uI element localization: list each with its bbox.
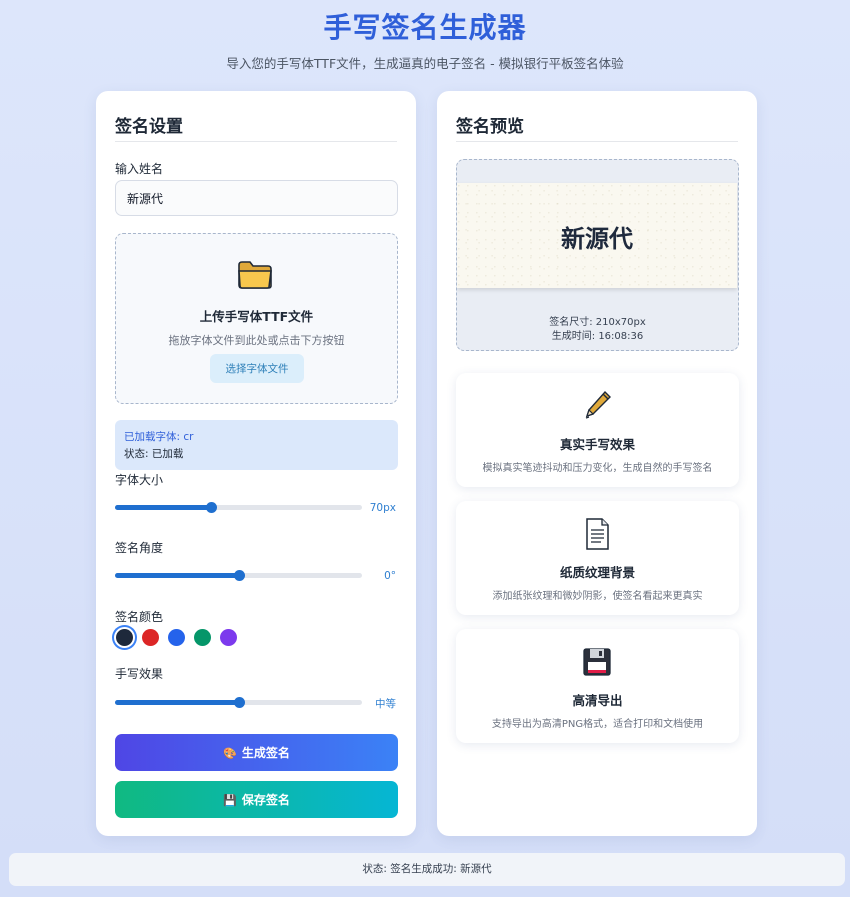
save-label: 保存签名 — [241, 793, 290, 807]
feature-title: 高清导出 — [572, 693, 623, 708]
name-input[interactable] — [115, 180, 398, 216]
color-swatch[interactable] — [194, 629, 211, 646]
generate-label: 生成签名 — [241, 746, 290, 760]
feature-desc: 模拟真实笔迹抖动和压力变化，生成自然的手写签名 — [482, 463, 713, 474]
status-bar: 状态: 签名生成成功: 新源代 — [9, 853, 845, 886]
feature-desc: 支持导出为高清PNG格式，适合打印和文档使用 — [491, 719, 704, 730]
feature-title: 真实手写效果 — [559, 437, 635, 452]
color-swatch[interactable] — [116, 629, 133, 646]
save-button[interactable]: 💾 保存签名 — [115, 781, 398, 818]
signature-text: 新源代 — [561, 224, 633, 253]
color-swatch[interactable] — [168, 629, 185, 646]
folder-icon — [238, 261, 272, 289]
signature-paper: 新源代 — [457, 183, 737, 288]
upload-hint: 拖放字体文件到此处或点击下方按钮 — [168, 334, 345, 347]
font-size-value: 70px — [369, 502, 396, 514]
font-loaded-text: 已加载字体: cr — [124, 431, 194, 443]
feature-card: 真实手写效果 模拟真实笔迹抖动和压力变化，生成自然的手写签名 — [456, 373, 739, 487]
page-subtitle: 导入您的手写体TTF文件，生成逼真的电子签名 - 模拟银行平板签名体验 — [226, 56, 624, 71]
preview-title: 签名预览 — [456, 117, 524, 137]
divider — [115, 141, 397, 142]
slider-thumb[interactable] — [233, 570, 245, 581]
color-swatch[interactable] — [142, 629, 159, 646]
feature-card: 纸质纹理背景 添加纸张纹理和微妙阴影，使签名看起来更真实 — [456, 501, 739, 615]
slider-thumb[interactable] — [233, 697, 245, 708]
font-info-box: 已加载字体: cr 状态: 已加载 — [115, 420, 398, 470]
pen-icon — [585, 390, 611, 419]
divider — [456, 141, 738, 142]
settings-panel: 签名设置 输入姓名 上传手写体TTF文件 拖放字体文件到此处或点击下方按钮 选择… — [96, 91, 416, 836]
slider-fill — [115, 505, 212, 510]
choose-font-button[interactable]: 选择字体文件 — [210, 354, 304, 383]
signature-preview: 新源代 签名尺寸: 210x70px 生成时间: 16:08:36 — [456, 159, 739, 351]
generate-button[interactable]: 🎨 生成签名 — [115, 734, 398, 771]
palette-icon: 🎨 — [223, 747, 237, 760]
settings-title: 签名设置 — [115, 117, 183, 137]
slider-fill — [115, 573, 239, 578]
color-swatch[interactable] — [220, 629, 237, 646]
signature-time: 生成时间: 16:08:36 — [551, 331, 644, 342]
font-size-label: 字体大小 — [115, 473, 164, 487]
font-upload-dropzone[interactable]: 上传手写体TTF文件 拖放字体文件到此处或点击下方按钮 选择字体文件 — [115, 233, 398, 404]
color-label: 签名颜色 — [115, 610, 164, 624]
effect-label: 手写效果 — [115, 667, 164, 681]
font-size-slider[interactable] — [115, 502, 362, 513]
signature-size: 签名尺寸: 210x70px — [549, 317, 646, 328]
document-icon — [586, 518, 609, 550]
angle-slider[interactable] — [115, 570, 362, 581]
slider-fill — [115, 700, 239, 705]
floppy-icon — [583, 648, 611, 676]
page-title: 手写签名生成器 — [323, 11, 527, 44]
preview-panel: 签名预览 新源代 签名尺寸: 210x70px 生成时间: 16:08:36 真… — [437, 91, 757, 836]
floppy-icon: 💾 — [223, 794, 237, 807]
effect-value: 中等 — [375, 698, 396, 710]
name-label: 输入姓名 — [115, 162, 164, 176]
effect-slider[interactable] — [115, 697, 362, 708]
angle-label: 签名角度 — [115, 541, 164, 555]
font-status-text: 状态: 已加载 — [124, 448, 184, 460]
angle-value: 0° — [384, 570, 396, 582]
feature-desc: 添加纸张纹理和微妙阴影，使签名看起来更真实 — [492, 591, 703, 602]
slider-thumb[interactable] — [206, 502, 218, 513]
upload-title: 上传手写体TTF文件 — [199, 309, 314, 324]
feature-title: 纸质纹理背景 — [559, 565, 635, 580]
feature-card: 高清导出 支持导出为高清PNG格式，适合打印和文档使用 — [456, 629, 739, 743]
